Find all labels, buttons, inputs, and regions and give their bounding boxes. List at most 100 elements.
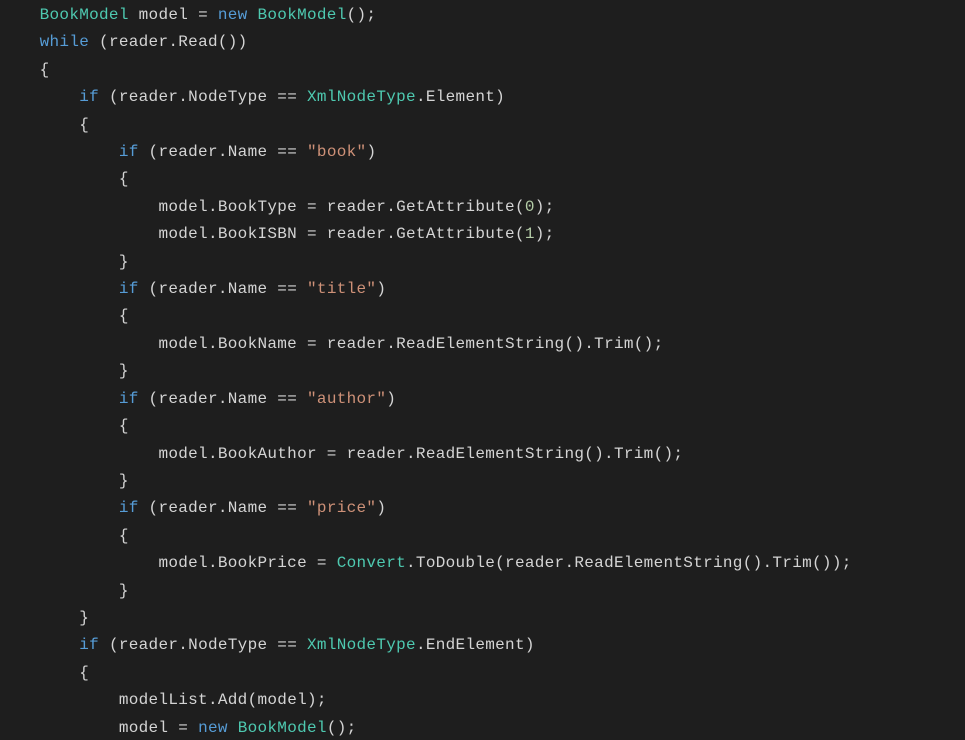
code-token: model: [119, 719, 169, 737]
code-token: reader: [327, 335, 386, 353]
code-token: .: [208, 335, 218, 353]
brace-close: }: [79, 609, 89, 627]
code-token: reader: [505, 554, 564, 572]
number-literal: 0: [525, 198, 535, 216]
code-token: .: [208, 554, 218, 572]
code-token: .: [218, 143, 228, 161]
code-token: reader: [119, 88, 178, 106]
code-token: reader: [119, 636, 178, 654]
code-token: (: [515, 225, 525, 243]
code-token: .: [386, 225, 396, 243]
code-token: Add: [218, 691, 248, 709]
code-token: ();: [634, 335, 664, 353]
code-token: .: [168, 33, 178, 51]
code-token: reader: [158, 280, 217, 298]
code-token: ().: [743, 554, 773, 572]
type-bookmodel: BookModel: [238, 719, 327, 737]
code-token: ToDouble: [416, 554, 495, 572]
code-token: Trim: [594, 335, 634, 353]
code-token: .: [178, 636, 188, 654]
code-token: ==: [277, 499, 297, 517]
code-editor[interactable]: BookModel model = new BookModel(); while…: [0, 0, 965, 740]
code-token: =: [307, 335, 317, 353]
code-token: (: [515, 198, 525, 216]
keyword-while: while: [40, 33, 90, 51]
code-token: model: [158, 198, 208, 216]
string-book: "book": [307, 143, 366, 161]
code-token: reader: [158, 143, 217, 161]
brace-open: {: [79, 664, 89, 682]
code-token: );: [535, 225, 555, 243]
code-token: ==: [277, 280, 297, 298]
keyword-if: if: [119, 390, 139, 408]
code-token: ReadElementString: [396, 335, 564, 353]
code-token: .: [218, 280, 228, 298]
code-token: EndElement: [426, 636, 525, 654]
code-token: .: [386, 198, 396, 216]
code-token: Name: [228, 280, 268, 298]
code-token: reader: [109, 33, 168, 51]
code-token: .: [178, 88, 188, 106]
code-token: (: [149, 499, 159, 517]
code-token: ): [495, 88, 505, 106]
code-token: GetAttribute: [396, 225, 515, 243]
code-token: ==: [277, 143, 297, 161]
code-token: .: [218, 499, 228, 517]
code-token: model: [257, 691, 307, 709]
brace-open: {: [119, 417, 129, 435]
code-token: ();: [347, 6, 377, 24]
code-token: reader: [158, 499, 217, 517]
code-token: .: [208, 691, 218, 709]
code-token: BookName: [218, 335, 297, 353]
code-token: Name: [228, 499, 268, 517]
code-token: BookModel: [40, 6, 129, 24]
code-token: ().: [564, 335, 594, 353]
code-token: =: [317, 554, 327, 572]
code-token: NodeType: [188, 636, 267, 654]
code-token: .: [406, 445, 416, 463]
keyword-new: new: [198, 719, 228, 737]
keyword-if: if: [119, 499, 139, 517]
code-token: .: [218, 390, 228, 408]
code-token: model: [158, 225, 208, 243]
code-token: Name: [228, 143, 268, 161]
code-token: =: [307, 198, 317, 216]
keyword-if: if: [119, 280, 139, 298]
brace-close: }: [119, 253, 129, 271]
code-token: new: [218, 6, 248, 24]
code-token: Read: [178, 33, 218, 51]
code-token: );: [307, 691, 327, 709]
code-token: Trim: [772, 554, 812, 572]
code-token: BookPrice: [218, 554, 307, 572]
code-token: modelList: [119, 691, 208, 709]
code-token: ());: [812, 554, 852, 572]
code-token: ): [376, 280, 386, 298]
code-token: BookAuthor: [218, 445, 317, 463]
code-token: .: [564, 554, 574, 572]
code-token: ReadElementString: [416, 445, 584, 463]
brace-close: }: [119, 582, 129, 600]
code-token: ReadElementString: [574, 554, 742, 572]
code-token: (: [149, 280, 159, 298]
brace-close: }: [119, 472, 129, 490]
brace-open: {: [119, 527, 129, 545]
brace-open: {: [79, 116, 89, 134]
code-token: ): [386, 390, 396, 408]
code-token: Name: [228, 390, 268, 408]
code-token: ): [525, 636, 535, 654]
code-token: (: [149, 390, 159, 408]
code-token: =: [327, 445, 337, 463]
code-token: ();: [654, 445, 684, 463]
type-xmlnodetype: XmlNodeType: [307, 88, 416, 106]
code-token: ==: [277, 390, 297, 408]
code-token: GetAttribute: [396, 198, 515, 216]
code-token: =: [307, 225, 317, 243]
type-convert: Convert: [337, 554, 406, 572]
code-token: BookModel: [258, 6, 347, 24]
brace-open: {: [119, 307, 129, 325]
code-token: (: [495, 554, 505, 572]
code-token: (: [99, 33, 109, 51]
number-literal: 1: [525, 225, 535, 243]
code-token: ();: [327, 719, 357, 737]
string-price: "price": [307, 499, 376, 517]
